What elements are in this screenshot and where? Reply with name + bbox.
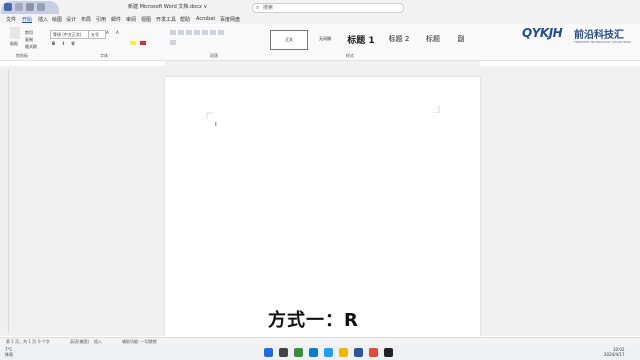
recorder-icon[interactable] <box>369 348 378 357</box>
copy-button[interactable]: 复制 <box>25 37 33 43</box>
weather-desc: 阵雨 <box>5 352 13 357</box>
text-cursor: I <box>215 121 217 128</box>
chrome-icon[interactable] <box>294 348 303 357</box>
style-normal[interactable]: 正文 <box>270 30 308 50</box>
tab-references[interactable]: 引用 <box>96 16 106 23</box>
margin-corner-top-right <box>433 105 440 113</box>
tab-baidu-netdisk[interactable]: 百度网盘 <box>220 16 240 23</box>
style-subtitle[interactable]: 副 <box>452 30 470 48</box>
brand-logo: QYKJH 前沿科技汇 FRONTIER TECHNOLOGY COLLECTI… <box>522 26 636 44</box>
tab-help[interactable]: 帮助 <box>180 16 190 23</box>
tab-layout[interactable]: 布局 <box>81 16 91 23</box>
app-icon[interactable] <box>324 348 333 357</box>
style-title[interactable]: 标题 <box>418 30 448 48</box>
tab-home[interactable]: 开始 <box>22 16 32 23</box>
system-clock[interactable]: 10:02 2024/4/17 <box>604 347 625 357</box>
tab-acrobat[interactable]: Acrobat <box>196 16 215 22</box>
brand-tagline: FRONTIER TECHNOLOGY COLLECTION <box>574 40 631 44</box>
format-painter-button[interactable]: 格式刷 <box>25 44 37 50</box>
search-taskbar-icon[interactable] <box>279 348 288 357</box>
brand-name: 前沿科技汇 <box>574 30 624 41</box>
font-color-icon[interactable] <box>140 41 146 45</box>
brand-logo-text: QYKJH <box>522 26 563 40</box>
word-icon[interactable] <box>354 348 363 357</box>
player-icon[interactable] <box>384 348 393 357</box>
margin-corner-top-left <box>206 112 213 119</box>
style-heading-1[interactable]: 标题 1 <box>342 30 380 48</box>
search-placeholder: 搜索 <box>263 5 274 11</box>
vertical-ruler[interactable] <box>3 70 9 332</box>
cut-button[interactable]: 剪切 <box>25 30 33 36</box>
style-no-spacing[interactable]: 无间隔 <box>310 30 340 48</box>
clock-date: 2024/4/17 <box>604 352 625 357</box>
paragraph-buttons[interactable] <box>170 30 230 48</box>
paragraph-group-label: 段落 <box>210 53 218 58</box>
paste-label[interactable]: 粘贴 <box>10 41 18 47</box>
tab-design[interactable]: 设计 <box>66 16 76 23</box>
paste-icon[interactable] <box>10 27 20 39</box>
edge-icon[interactable] <box>309 348 318 357</box>
file-explorer-icon[interactable] <box>339 348 348 357</box>
taskbar-apps <box>264 348 393 357</box>
tab-review[interactable]: 审阅 <box>126 16 136 23</box>
tab-draw[interactable]: 绘图 <box>52 16 62 23</box>
document-page[interactable]: I <box>165 77 480 341</box>
tab-developer[interactable]: 开发工具 <box>156 16 176 23</box>
tab-mailings[interactable]: 邮件 <box>111 16 121 23</box>
font-format-buttons[interactable]: B I U <box>52 41 78 46</box>
video-subtitle: 方式一：R <box>268 310 359 331</box>
ribbon-tabs: 文件 开始 插入 绘图 设计 布局 引用 邮件 审阅 视图 开发工具 帮助 Ac… <box>0 14 640 24</box>
search-icon: ⌕ <box>256 4 260 11</box>
title-bar: 新建 Microsoft Word 文档.docx ∨ ⌕ 搜索 <box>0 0 640 14</box>
search-input[interactable]: ⌕ 搜索 <box>252 3 404 13</box>
styles-group-label: 样式 <box>346 53 354 58</box>
font-size-select[interactable]: 五号 <box>88 30 106 39</box>
clipboard-group-label: 剪贴板 <box>16 53 28 58</box>
font-name-select[interactable]: 等线 (中文正文) <box>50 30 90 39</box>
style-heading-2[interactable]: 标题 2 <box>382 30 416 48</box>
highlight-color-icon[interactable] <box>130 41 136 45</box>
weather-widget[interactable]: 7°C 阵雨 <box>5 347 13 357</box>
font-group-label: 字体 <box>100 53 108 58</box>
tab-insert[interactable]: 插入 <box>38 16 48 23</box>
document-title[interactable]: 新建 Microsoft Word 文档.docx ∨ <box>128 3 207 10</box>
tab-view[interactable]: 视图 <box>141 16 151 23</box>
tab-file[interactable]: 文件 <box>6 16 16 23</box>
font-size-buttons[interactable]: A A <box>106 30 122 35</box>
taskbar: 7°C 阵雨 10:02 2024/4/17 <box>0 345 640 360</box>
start-icon[interactable] <box>264 348 273 357</box>
